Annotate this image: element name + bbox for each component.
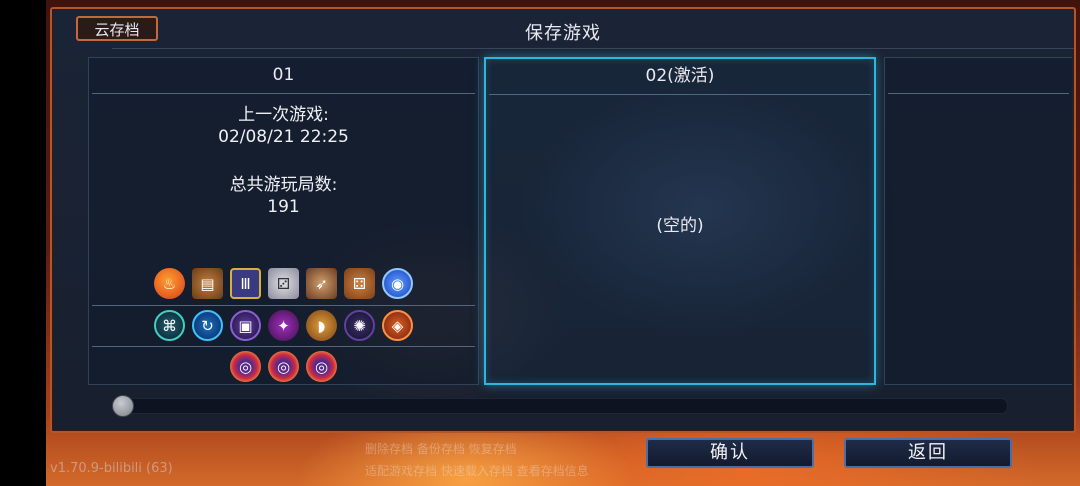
item-icon-row: ♨ ▤ Ⅲ ⚂ ➶ ⚃ ◉ — [89, 268, 478, 299]
back-button[interactable]: 返回 — [844, 438, 1012, 468]
total-runs-value: 191 — [267, 197, 300, 217]
blue-swirl-rune-icon: ↻ — [192, 310, 223, 341]
confirm-button[interactable]: 确认 — [646, 438, 814, 468]
divider — [112, 48, 1074, 49]
teleport-rune-icon: ⌘ — [154, 310, 185, 341]
dice-sword-icon: ⚂ — [268, 268, 299, 299]
save-slot-03[interactable] — [884, 57, 1072, 385]
empty-slot-label: (空的) — [656, 216, 704, 236]
cube-rune-icon: ▣ — [230, 310, 261, 341]
save-game-panel: 云存档 保存游戏 01 上一次游戏: 02/08/21 22:25 总共游玩局数… — [50, 7, 1076, 433]
blue-shield-icon: ◉ — [382, 268, 413, 299]
slot-title: 02(激活) — [645, 66, 715, 86]
scrollbar-thumb[interactable] — [112, 395, 134, 417]
red-amulet-icon: ◎ — [230, 351, 261, 382]
overlay-text: 适配游戏存档 快速载入存档 查看存档信息 — [365, 464, 589, 478]
version-label: v1.70.9-bilibili (63) — [50, 461, 173, 476]
bow-dice-icon: ➶ — [306, 268, 337, 299]
spider-rune-icon: ✺ — [344, 310, 375, 341]
slot-title: 01 — [272, 65, 295, 85]
horizontal-scrollbar[interactable] — [112, 398, 1008, 414]
mutation-icon-row: ⌘ ↻ ▣ ✦ ◗ ✺ ◈ — [89, 310, 478, 341]
save-slot-01[interactable]: 01 上一次游戏: 02/08/21 22:25 总共游玩局数: 191 ♨ ▤… — [88, 57, 479, 385]
scroll-icon: Ⅲ — [230, 268, 261, 299]
treasure-chest-icon: ▤ — [192, 268, 223, 299]
total-runs-label: 总共游玩局数: — [229, 175, 338, 195]
overlay-text: 删除存档 备份存档 恢复存档 — [365, 442, 517, 456]
divider — [489, 94, 871, 95]
page-title: 保存游戏 — [525, 23, 601, 44]
divider — [92, 93, 475, 94]
save-slot-02[interactable]: 02(激活) (空的) — [484, 57, 876, 385]
last-played-value: 02/08/21 22:25 — [218, 127, 349, 147]
fire-potion-icon: ♨ — [154, 268, 185, 299]
barrel-dice-icon: ⚃ — [344, 268, 375, 299]
golden-horn-icon: ◗ — [306, 310, 337, 341]
divider — [888, 93, 1069, 94]
orange-gem-icon: ◈ — [382, 310, 413, 341]
letterbox — [0, 0, 46, 486]
divider — [92, 346, 475, 347]
divider — [92, 305, 475, 306]
amulet-icon-row: ◎ ◎ ◎ — [89, 351, 478, 382]
last-played-label: 上一次游戏: — [238, 105, 329, 125]
red-amulet-icon: ◎ — [306, 351, 337, 382]
purple-feather-icon: ✦ — [268, 310, 299, 341]
red-amulet-icon: ◎ — [268, 351, 299, 382]
